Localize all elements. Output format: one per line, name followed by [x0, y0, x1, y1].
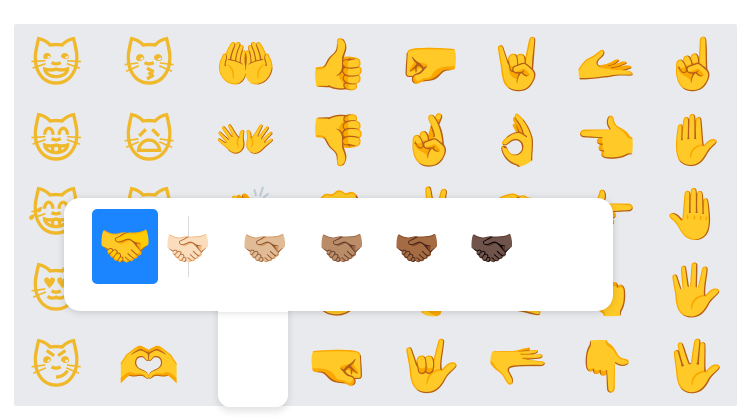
variant-popup-stem — [218, 300, 288, 407]
backhand-index-pointing-down-icon: 👇 — [574, 337, 638, 395]
grinning-cat-icon[interactable]: 😺 — [17, 27, 95, 101]
raised-back-of-hand-icon[interactable]: 🤚 — [655, 177, 733, 251]
palms-up-together-icon[interactable]: 🤲 — [207, 27, 285, 101]
raised-hand-icon[interactable]: ✋ — [655, 103, 733, 177]
hand-fingers-splayed-icon[interactable]: 🖐️ — [655, 253, 733, 327]
palm-up-hand-icon: 🫴 — [574, 35, 638, 93]
skin-tone-option-2[interactable]: 🤝🏼 — [234, 222, 296, 274]
palm-up-hand-icon[interactable]: 🫴 — [567, 27, 645, 101]
handshake-dark-skin-icon: 🤝🏿 — [468, 226, 516, 270]
smirking-cat-icon: 😼 — [29, 337, 83, 395]
index-pointing-up-icon: ☝️ — [662, 35, 726, 93]
backhand-index-pointing-left-icon: 👈 — [574, 111, 638, 169]
handshake-default-icon: 🤝 — [97, 220, 153, 272]
heart-hands-icon[interactable]: 🫶 — [110, 329, 188, 403]
handshake-medium-dark-skin-icon: 🤝🏾 — [393, 226, 441, 270]
thumbs-up-icon[interactable]: 👍 — [299, 27, 377, 101]
sign-of-the-horns-icon: 🤘 — [486, 35, 550, 93]
love-you-gesture-icon[interactable]: 🤟 — [391, 329, 469, 403]
skin-tone-option-4[interactable]: 🤝🏾 — [386, 222, 448, 274]
kissing-cat-icon[interactable]: 😽 — [110, 27, 188, 101]
vulcan-salute-icon: 🖖 — [662, 337, 726, 395]
vulcan-salute-icon[interactable]: 🖖 — [655, 329, 733, 403]
grinning-cat-smiling-eyes-icon[interactable]: 😸 — [17, 103, 95, 177]
right-facing-fist-icon[interactable]: 🤜 — [299, 329, 377, 403]
raised-back-of-hand-icon: 🤚 — [662, 185, 726, 243]
open-hands-icon: 👐 — [214, 111, 278, 169]
skin-tone-option-3[interactable]: 🤝🏽 — [311, 222, 373, 274]
kissing-cat-icon: 😽 — [122, 35, 176, 93]
sign-of-the-horns-icon[interactable]: 🤘 — [479, 27, 557, 101]
emoji-picker-screen: 😺😽🤲👍🤛🤘🫴☝️😸🙀👐👎🤞👌👈✋😹😾👏👊✌️🤏👉🤚😻😼🙌✊🫰🤙👆🖐️😼🫶🤝🤜🤟… — [0, 0, 751, 419]
handshake-medium-light-skin-icon: 🤝🏼 — [241, 226, 289, 270]
thumbs-up-icon: 👍 — [306, 35, 370, 93]
left-facing-fist-icon: 🤛 — [398, 35, 462, 93]
left-facing-fist-icon[interactable]: 🤛 — [391, 27, 469, 101]
palms-up-together-icon: 🤲 — [214, 35, 278, 93]
backhand-index-pointing-down-icon[interactable]: 👇 — [567, 329, 645, 403]
grinning-cat-icon: 😺 — [29, 35, 83, 93]
open-hands-icon[interactable]: 👐 — [207, 103, 285, 177]
ok-hand-icon[interactable]: 👌 — [479, 103, 557, 177]
thumbs-down-icon: 👎 — [306, 111, 370, 169]
skin-tone-option-5[interactable]: 🤝🏿 — [461, 222, 523, 274]
palm-down-hand-icon: 🫳 — [486, 337, 550, 395]
right-facing-fist-icon: 🤜 — [306, 337, 370, 395]
weary-cat-icon: 🙀 — [122, 111, 176, 169]
thumbs-down-icon[interactable]: 👎 — [299, 103, 377, 177]
handshake-medium-skin-icon: 🤝🏽 — [318, 226, 366, 270]
grinning-cat-smiling-eyes-icon: 😸 — [29, 111, 83, 169]
ok-hand-icon: 👌 — [486, 111, 550, 169]
variant-popup-stem-cover — [218, 292, 288, 312]
smirking-cat-icon[interactable]: 😼 — [17, 329, 95, 403]
weary-cat-icon[interactable]: 🙀 — [110, 103, 188, 177]
raised-hand-icon: ✋ — [662, 111, 726, 169]
crossed-fingers-icon[interactable]: 🤞 — [391, 103, 469, 177]
index-pointing-up-icon[interactable]: ☝️ — [655, 27, 733, 101]
hand-fingers-splayed-icon: 🖐️ — [662, 261, 726, 319]
skin-tone-option-1[interactable]: 🤝🏻 — [157, 222, 219, 274]
skin-tone-variant-popup: 🤝 🤝🏻 🤝🏼 🤝🏽 🤝🏾 🤝🏿 — [64, 198, 613, 311]
heart-hands-icon: 🫶 — [117, 337, 181, 395]
selected-handshake-variant[interactable]: 🤝 — [92, 209, 158, 284]
handshake-light-skin-icon: 🤝🏻 — [164, 226, 212, 270]
love-you-gesture-icon: 🤟 — [398, 337, 462, 395]
backhand-index-pointing-left-icon[interactable]: 👈 — [567, 103, 645, 177]
palm-down-hand-icon[interactable]: 🫳 — [479, 329, 557, 403]
crossed-fingers-icon: 🤞 — [398, 111, 462, 169]
